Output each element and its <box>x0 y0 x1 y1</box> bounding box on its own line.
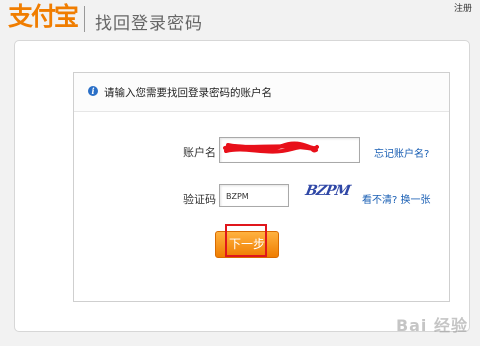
forgot-account-link[interactable]: 忘记账户名? <box>374 145 429 160</box>
info-icon: i <box>88 86 98 96</box>
page-title: 找回登录密码 <box>95 14 203 34</box>
watermark: Bai 经验 <box>395 316 468 335</box>
account-label: 账户名 <box>183 146 216 159</box>
refresh-captcha-link[interactable]: 看不清? 换一张 <box>362 191 431 206</box>
captcha-image[interactable]: BZPM <box>303 183 352 205</box>
highlight-box <box>225 224 267 257</box>
captcha-label: 验证码 <box>183 193 216 206</box>
register-link[interactable]: 注册 <box>454 1 472 14</box>
notice-bar: i 请输入您需要找回登录密码的账户名 <box>74 73 449 112</box>
alipay-logo[interactable]: 支付宝 <box>8 2 79 32</box>
notice-text: 请输入您需要找回登录密码的账户名 <box>104 87 272 99</box>
logo-divider <box>84 6 85 32</box>
redacted-account-scribble <box>223 141 319 154</box>
header: 支付宝 找回登录密码 注册 <box>0 0 480 40</box>
captcha-input[interactable]: BZPM <box>219 184 289 207</box>
